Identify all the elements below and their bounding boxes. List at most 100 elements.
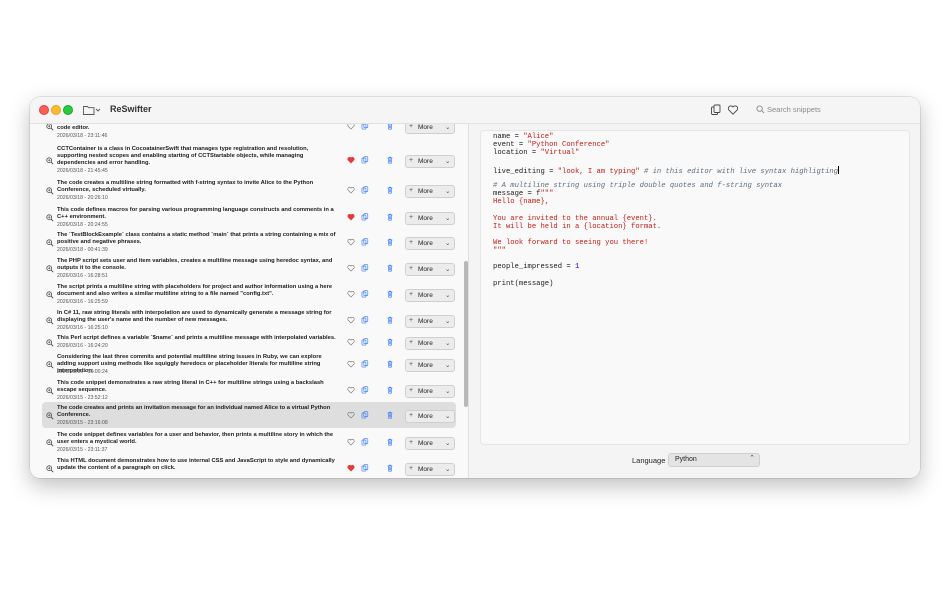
list-item[interactable]: The PHP script sets user and item variab… xyxy=(42,255,456,281)
trash-icon[interactable] xyxy=(386,186,394,194)
preview-icon[interactable] xyxy=(46,124,54,131)
heart-icon[interactable] xyxy=(347,464,355,472)
heart-icon[interactable] xyxy=(347,338,355,346)
more-menu-button[interactable]: + More ⌄ xyxy=(405,124,455,134)
heart-icon[interactable] xyxy=(347,290,355,298)
list-item[interactable]: Considering the last three commits and p… xyxy=(42,351,456,377)
trash-icon[interactable] xyxy=(386,124,394,130)
trash-icon[interactable] xyxy=(386,238,394,246)
heart-icon[interactable] xyxy=(727,104,739,116)
chevron-down-icon: ⌄ xyxy=(445,158,451,165)
preview-icon[interactable] xyxy=(46,387,54,395)
list-item[interactable]: The code creates and prints an invitatio… xyxy=(42,402,456,428)
folder-menu-icon[interactable] xyxy=(82,103,102,117)
more-menu-button[interactable]: + More ⌄ xyxy=(405,185,455,198)
heart-icon[interactable] xyxy=(347,316,355,324)
more-menu-button[interactable]: + More ⌄ xyxy=(405,263,455,276)
preview-icon[interactable] xyxy=(46,317,54,325)
heart-icon[interactable] xyxy=(347,386,355,394)
preview-icon[interactable] xyxy=(46,291,54,299)
copy-icon[interactable] xyxy=(361,156,369,164)
snippet-date: 2026/03/15 - 23:16:08 xyxy=(57,420,108,426)
list-item[interactable]: The code snippet defines variables for a… xyxy=(42,429,456,455)
list-item[interactable]: The `TestBlockExample` class contains a … xyxy=(42,229,456,255)
zoom-window-button[interactable] xyxy=(63,105,73,115)
copy-icon[interactable] xyxy=(361,316,369,324)
list-item[interactable]: code editor. 2026/03/18 - 23:11:46 + More ⌄ xyxy=(42,124,456,144)
more-menu-button[interactable]: + More ⌄ xyxy=(405,463,455,476)
trash-icon[interactable] xyxy=(386,386,394,394)
heart-icon[interactable] xyxy=(347,264,355,272)
heart-icon[interactable] xyxy=(347,213,355,221)
preview-icon[interactable] xyxy=(46,157,54,165)
preview-icon[interactable] xyxy=(46,214,54,222)
more-menu-button[interactable]: + More ⌄ xyxy=(405,337,455,350)
list-item[interactable]: This Perl script defines a variable `$na… xyxy=(42,332,456,351)
more-menu-button[interactable]: + More ⌄ xyxy=(405,289,455,302)
list-item[interactable]: In C# 11, raw string literals with inter… xyxy=(42,307,456,332)
more-menu-button[interactable]: + More ⌄ xyxy=(405,155,455,168)
trash-icon[interactable] xyxy=(386,360,394,368)
more-menu-button[interactable]: + More ⌄ xyxy=(405,212,455,225)
snippet-description: code editor. xyxy=(57,125,90,131)
trash-icon[interactable] xyxy=(386,316,394,324)
copy-icon[interactable] xyxy=(361,124,369,130)
more-menu-button[interactable]: + More ⌄ xyxy=(405,437,455,450)
trash-icon[interactable] xyxy=(386,464,394,472)
heart-icon[interactable] xyxy=(347,360,355,368)
trash-icon[interactable] xyxy=(386,290,394,298)
snippet-date: 2026/03/18 - 20:26:10 xyxy=(57,195,108,201)
copy-icon[interactable] xyxy=(710,104,722,116)
list-item[interactable]: This code defines macros for parsing var… xyxy=(42,204,456,229)
heart-icon[interactable] xyxy=(347,238,355,246)
copy-icon[interactable] xyxy=(361,264,369,272)
preview-icon[interactable] xyxy=(46,465,54,473)
copy-icon[interactable] xyxy=(361,411,369,419)
preview-icon[interactable] xyxy=(46,265,54,273)
list-item[interactable]: The code creates a multiline string form… xyxy=(42,177,456,203)
trash-icon[interactable] xyxy=(386,156,394,164)
minimize-window-button[interactable] xyxy=(51,105,61,115)
copy-icon[interactable] xyxy=(361,238,369,246)
copy-icon[interactable] xyxy=(361,338,369,346)
language-select[interactable]: Python ⌃ xyxy=(668,453,760,467)
snippet-date: 2026/03/18 - 23:11:46 xyxy=(57,133,108,139)
list-item[interactable]: This code snippet demonstrates a raw str… xyxy=(42,377,456,402)
list-item[interactable]: This HTML document demonstrates how to u… xyxy=(42,455,456,478)
list-item[interactable]: CCTContainer is a class in CocoatainerSw… xyxy=(42,143,456,176)
more-menu-button[interactable]: + More ⌄ xyxy=(405,237,455,250)
preview-icon[interactable] xyxy=(46,412,54,420)
trash-icon[interactable] xyxy=(386,264,394,272)
snippet-list[interactable]: code editor. 2026/03/18 - 23:11:46 + More ⌄ C… xyxy=(30,124,469,478)
preview-icon[interactable] xyxy=(46,187,54,195)
preview-icon[interactable] xyxy=(46,361,54,369)
search-field[interactable]: Search snippets xyxy=(751,102,911,118)
heart-icon[interactable] xyxy=(347,186,355,194)
code-editor[interactable]: name = "Alice" event = "Python Conference… xyxy=(480,130,910,445)
copy-icon[interactable] xyxy=(361,386,369,394)
heart-icon[interactable] xyxy=(347,156,355,164)
more-menu-button[interactable]: + More ⌄ xyxy=(405,385,455,398)
list-scrollbar[interactable] xyxy=(464,261,468,407)
preview-icon[interactable] xyxy=(46,339,54,347)
list-item[interactable]: The script prints a multiline string wit… xyxy=(42,281,456,307)
preview-icon[interactable] xyxy=(46,439,54,447)
more-menu-button[interactable]: + More ⌄ xyxy=(405,315,455,328)
copy-icon[interactable] xyxy=(361,186,369,194)
heart-icon[interactable] xyxy=(347,411,355,419)
close-window-button[interactable] xyxy=(39,105,49,115)
trash-icon[interactable] xyxy=(386,338,394,346)
copy-icon[interactable] xyxy=(361,360,369,368)
preview-icon[interactable] xyxy=(46,239,54,247)
more-menu-button[interactable]: + More ⌄ xyxy=(405,359,455,372)
copy-icon[interactable] xyxy=(361,438,369,446)
more-menu-button[interactable]: + More ⌄ xyxy=(405,410,455,423)
copy-icon[interactable] xyxy=(361,213,369,221)
trash-icon[interactable] xyxy=(386,438,394,446)
trash-icon[interactable] xyxy=(386,213,394,221)
trash-icon[interactable] xyxy=(386,411,394,419)
heart-icon[interactable] xyxy=(347,124,355,130)
heart-icon[interactable] xyxy=(347,438,355,446)
copy-icon[interactable] xyxy=(361,290,369,298)
copy-icon[interactable] xyxy=(361,464,369,472)
